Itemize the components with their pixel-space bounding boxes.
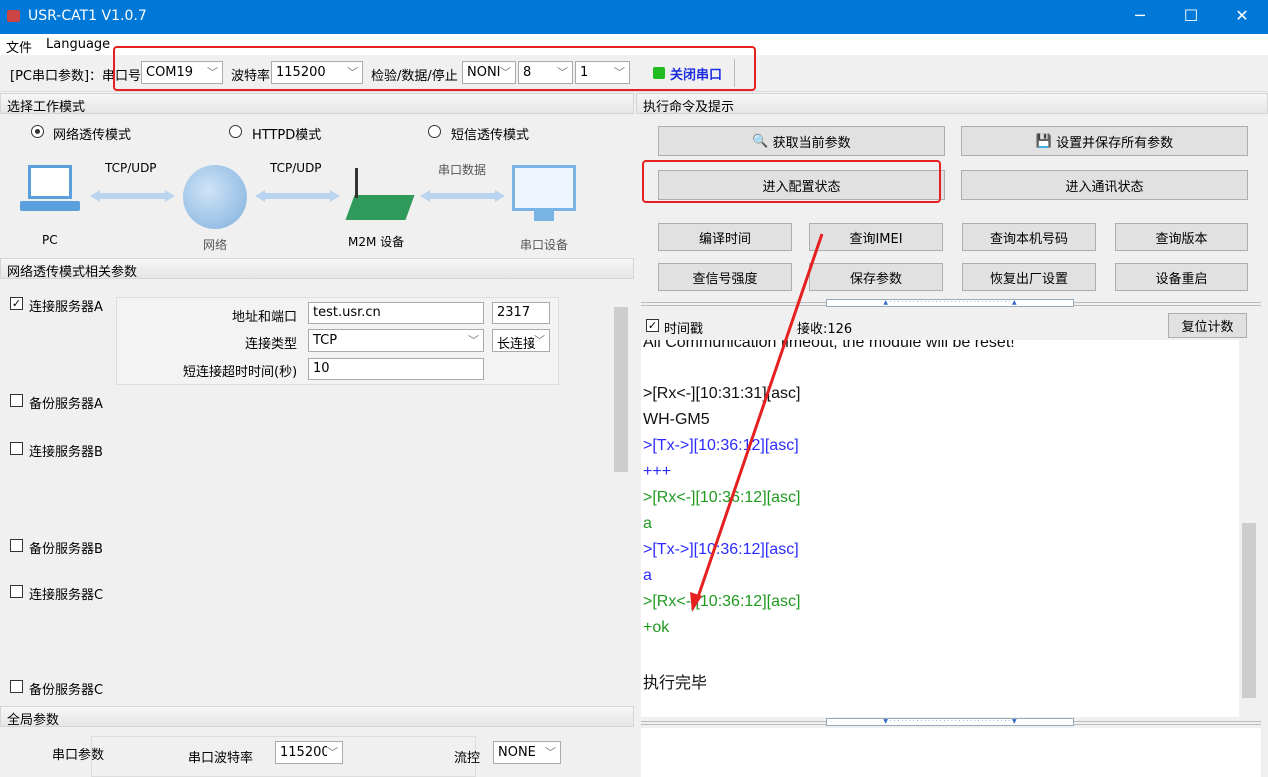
highlight-box xyxy=(642,160,941,203)
annotation-arrow xyxy=(695,233,824,601)
annotation-overlay xyxy=(113,46,941,612)
highlight-box xyxy=(113,46,756,91)
